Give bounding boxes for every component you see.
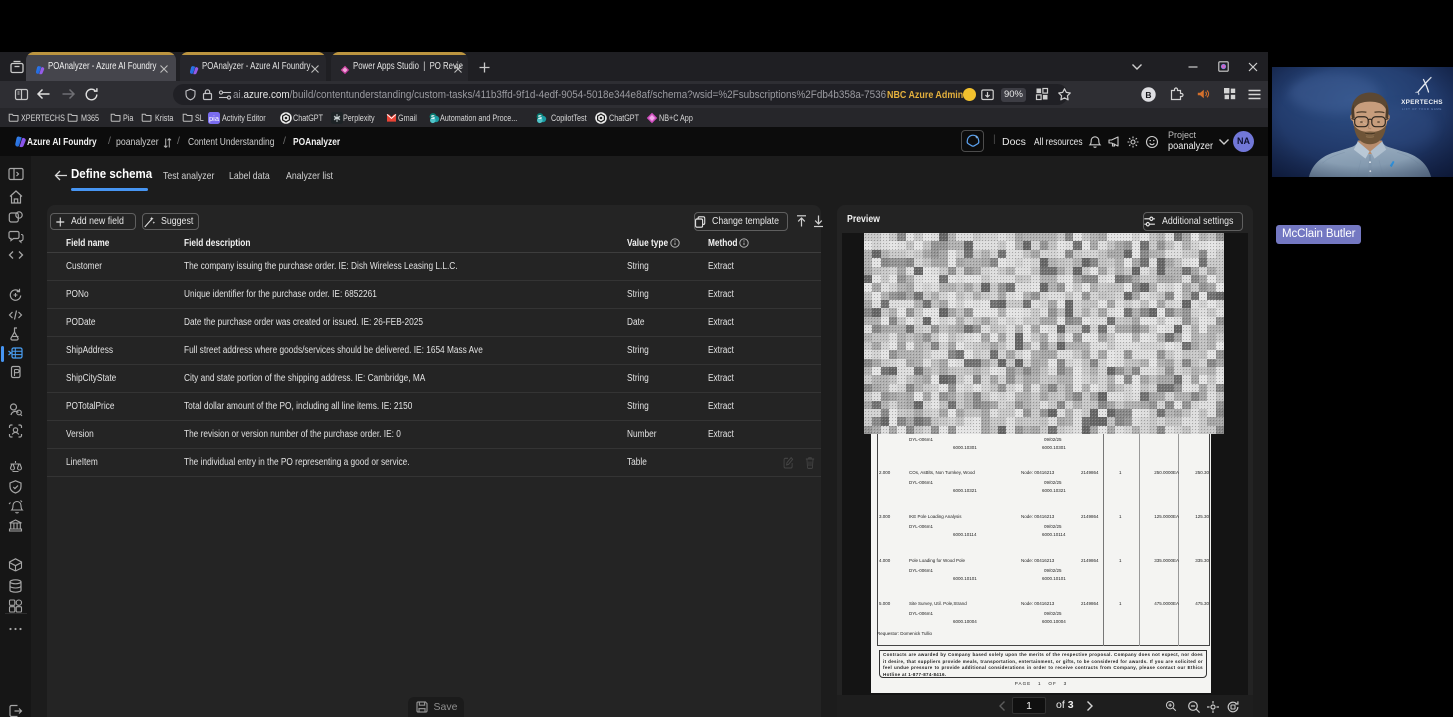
svg-text:S: S [538,115,542,121]
svg-text:pia: pia [209,114,220,123]
svg-text:S: S [431,115,435,121]
svg-text:B: B [1145,90,1151,100]
